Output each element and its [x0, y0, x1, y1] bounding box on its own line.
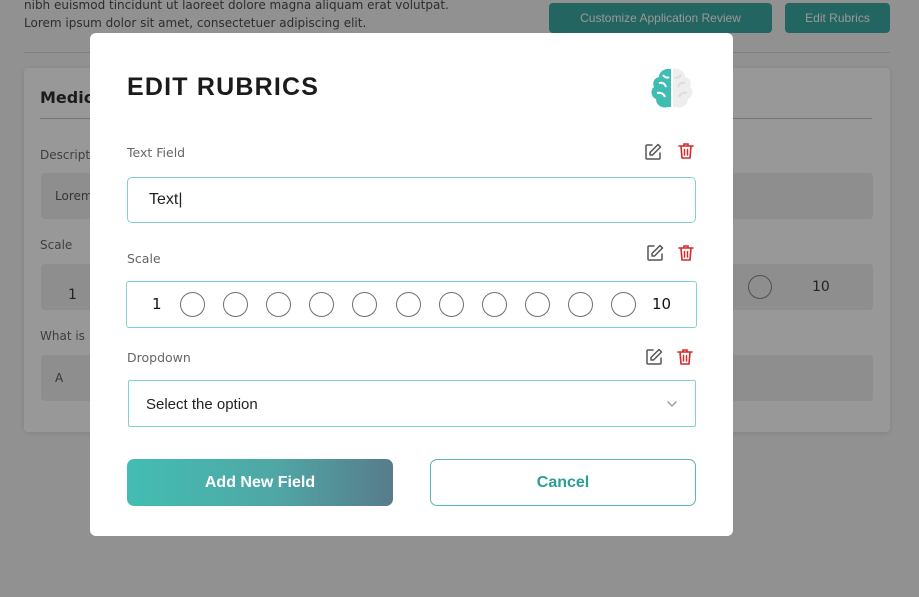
brain-logo-icon	[651, 68, 693, 108]
trash-icon[interactable]	[676, 141, 696, 161]
scale-option[interactable]	[266, 292, 292, 317]
scale-option[interactable]	[481, 292, 507, 317]
scale-label: Scale	[127, 251, 161, 266]
scale-option[interactable]	[180, 292, 205, 317]
add-new-field-button[interactable]: Add New Field	[127, 459, 393, 506]
trash-icon[interactable]	[676, 243, 696, 263]
edit-icon[interactable]	[643, 142, 663, 162]
text-field-label: Text Field	[127, 145, 186, 160]
text-field-input[interactable]	[127, 177, 696, 223]
scale-max-value: 10	[652, 295, 672, 313]
scale-option[interactable]	[352, 292, 378, 317]
scale-option[interactable]	[611, 292, 636, 317]
dropdown-select[interactable]: Select the option	[128, 380, 696, 427]
edit-icon[interactable]	[645, 243, 665, 263]
scale-option[interactable]	[524, 292, 550, 317]
scale-option[interactable]	[567, 292, 593, 317]
edit-icon[interactable]	[644, 347, 664, 367]
dropdown-value: Select the option	[146, 396, 258, 413]
modal-title: EDIT RUBRICS	[127, 73, 320, 101]
trash-icon[interactable]	[675, 347, 695, 367]
dropdown-label: Dropdown	[127, 350, 191, 365]
scale-option[interactable]	[438, 292, 464, 317]
chevron-down-icon	[667, 401, 677, 407]
edit-rubrics-modal: EDIT RUBRICS Text Field Scale 1 10 Dropd…	[90, 33, 733, 536]
scale-option[interactable]	[309, 292, 335, 317]
cancel-button[interactable]: Cancel	[430, 459, 696, 506]
scale-option[interactable]	[223, 292, 249, 317]
scale-field: 1 10	[126, 281, 697, 328]
scale-min-value: 1	[152, 295, 162, 313]
scale-option[interactable]	[395, 292, 421, 317]
